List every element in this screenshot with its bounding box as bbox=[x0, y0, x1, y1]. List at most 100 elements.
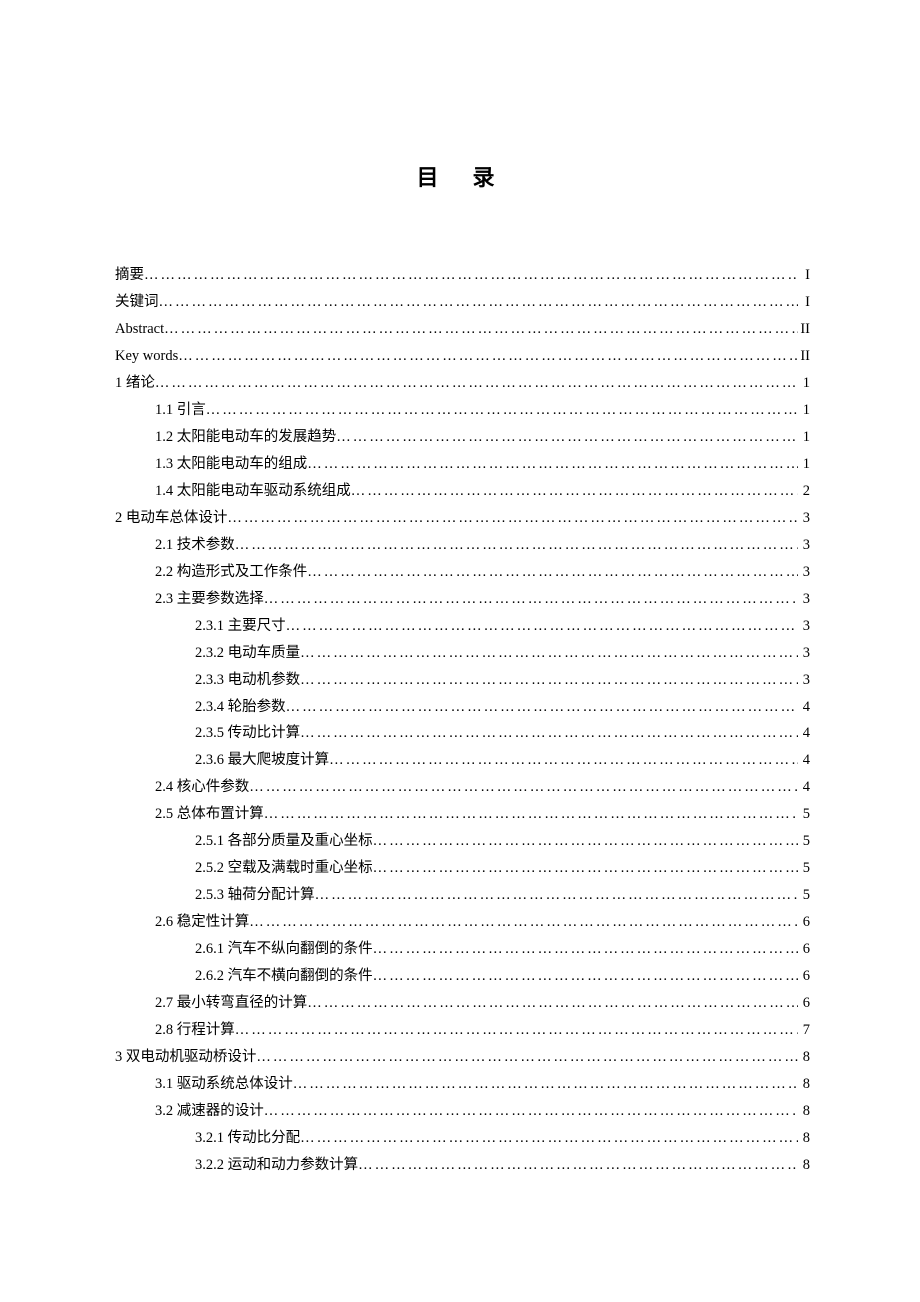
toc-entry: 2.3.1 主要尺寸3 bbox=[115, 613, 810, 640]
toc-entry: 2.5 总体布置计算 5 bbox=[115, 801, 810, 828]
toc-entry: 1.3 太阳能电动车的组成1 bbox=[115, 451, 810, 478]
toc-entry: 3.2 减速器的设计 8 bbox=[115, 1098, 810, 1125]
toc-leader-dots bbox=[307, 990, 798, 1017]
toc-entry: 3.2.1 传动比分配8 bbox=[115, 1125, 810, 1152]
toc-entry: 3.2.2 运动和动力参数计算8 bbox=[115, 1152, 810, 1179]
toc-leader-dots bbox=[373, 828, 798, 855]
toc-leader-dots bbox=[336, 424, 798, 451]
toc-entry-label: 关键词 bbox=[115, 289, 159, 316]
toc-entry-label: 2.8 行程计算 bbox=[155, 1017, 235, 1044]
toc-entry-page: 8 bbox=[798, 1098, 810, 1125]
toc-entry: Key wordsII bbox=[115, 343, 810, 370]
toc-leader-dots bbox=[206, 397, 798, 424]
toc-entry-label: 1.1 引言 bbox=[155, 397, 206, 424]
toc-entry-page: 4 bbox=[798, 720, 810, 747]
toc-leader-dots bbox=[264, 586, 798, 613]
toc-entry-label: 2.3.4 轮胎参数 bbox=[195, 694, 286, 721]
toc-entry-label: 2.3.2 电动车质量 bbox=[195, 640, 300, 667]
toc-entry: 2.6.2 汽车不横向翻倒的条件 6 bbox=[115, 963, 810, 990]
toc-leader-dots bbox=[178, 343, 798, 370]
toc-entry-label: 2.5.3 轴荷分配计算 bbox=[195, 882, 315, 909]
toc-entry-page: 5 bbox=[798, 801, 810, 828]
toc-leader-dots bbox=[144, 262, 798, 289]
toc-entry-page: I bbox=[798, 289, 810, 316]
toc-entry-page: 3 bbox=[798, 559, 810, 586]
toc-leader-dots bbox=[300, 720, 798, 747]
toc-leader-dots bbox=[373, 936, 798, 963]
toc-entry-page: 1 bbox=[798, 424, 810, 451]
toc-leader-dots bbox=[307, 451, 798, 478]
toc-entry: 2.5.3 轴荷分配计算 5 bbox=[115, 882, 810, 909]
toc-entry-label: 3.2 减速器的设计 bbox=[155, 1098, 264, 1125]
toc-entry-label: 1 绪论 bbox=[115, 370, 155, 397]
toc-leader-dots bbox=[235, 1017, 798, 1044]
toc-entry: 2.4 核心件参数4 bbox=[115, 774, 810, 801]
toc-entry-page: 8 bbox=[798, 1152, 810, 1179]
toc-leader-dots bbox=[264, 1098, 798, 1125]
toc-entry-label: Key words bbox=[115, 343, 178, 370]
toc-leader-dots bbox=[307, 559, 798, 586]
toc-entry-label: 2.1 技术参数 bbox=[155, 532, 235, 559]
toc-leader-dots bbox=[164, 316, 798, 343]
toc-entry-page: 5 bbox=[798, 882, 810, 909]
toc-entry-label: Abstract bbox=[115, 316, 164, 343]
toc-entry-page: 4 bbox=[798, 747, 810, 774]
toc-entry-page: 3 bbox=[798, 640, 810, 667]
toc-entry-page: 8 bbox=[798, 1044, 810, 1071]
toc-entry: 2.3.5 传动比计算 4 bbox=[115, 720, 810, 747]
toc-leader-dots bbox=[358, 1152, 798, 1179]
toc-entry: 2.6.1 汽车不纵向翻倒的条件6 bbox=[115, 936, 810, 963]
toc-entry: 2.3.3 电动机参数3 bbox=[115, 667, 810, 694]
toc-entry-page: 6 bbox=[798, 963, 810, 990]
toc-entry-page: 3 bbox=[798, 532, 810, 559]
toc-entry-page: 2 bbox=[798, 478, 810, 505]
toc-entry-label: 2.7 最小转弯直径的计算 bbox=[155, 990, 307, 1017]
toc-entry-page: 6 bbox=[798, 990, 810, 1017]
toc-entry-label: 3.2.1 传动比分配 bbox=[195, 1125, 300, 1152]
toc-entry-label: 3.1 驱动系统总体设计 bbox=[155, 1071, 293, 1098]
toc-entry-label: 2.3.1 主要尺寸 bbox=[195, 613, 286, 640]
toc-leader-dots bbox=[159, 289, 799, 316]
toc-entry-page: II bbox=[798, 316, 810, 343]
toc-entry: 2.3.6 最大爬坡度计算4 bbox=[115, 747, 810, 774]
toc-entry: 3 双电动机驱动桥设计 8 bbox=[115, 1044, 810, 1071]
toc-entry-label: 1.3 太阳能电动车的组成 bbox=[155, 451, 307, 478]
toc-entry-label: 2.6 稳定性计算 bbox=[155, 909, 249, 936]
toc-entry-label: 2.5 总体布置计算 bbox=[155, 801, 264, 828]
toc-leader-dots bbox=[249, 909, 798, 936]
toc-entry-label: 2.6.2 汽车不横向翻倒的条件 bbox=[195, 963, 373, 990]
toc-entry-page: 3 bbox=[798, 505, 810, 532]
document-page: 目 录 摘要I关键词IAbstractIIKey wordsII1 绪论11.1… bbox=[0, 0, 920, 1259]
toc-entry-label: 2.3.5 传动比计算 bbox=[195, 720, 300, 747]
toc-entry-page: 1 bbox=[798, 370, 810, 397]
toc-entry-label: 1.2 太阳能电动车的发展趋势 bbox=[155, 424, 336, 451]
toc-entry-label: 2.3.3 电动机参数 bbox=[195, 667, 300, 694]
toc-leader-dots bbox=[155, 370, 798, 397]
toc-entry-label: 3 双电动机驱动桥设计 bbox=[115, 1044, 256, 1071]
toc-entry: 1.4 太阳能电动车驱动系统组成2 bbox=[115, 478, 810, 505]
toc-leader-dots bbox=[351, 478, 798, 505]
toc-entry: 2.3 主要参数选择3 bbox=[115, 586, 810, 613]
toc-entry: 2.6 稳定性计算 6 bbox=[115, 909, 810, 936]
toc-leader-dots bbox=[300, 640, 798, 667]
toc-entry-page: 3 bbox=[798, 586, 810, 613]
toc-leader-dots bbox=[264, 801, 798, 828]
toc-leader-dots bbox=[256, 1044, 798, 1071]
toc-entry: 2.8 行程计算7 bbox=[115, 1017, 810, 1044]
toc-entry-label: 2 电动车总体设计 bbox=[115, 505, 227, 532]
toc-entry: 2.7 最小转弯直径的计算 6 bbox=[115, 990, 810, 1017]
toc-entry: 2 电动车总体设计 3 bbox=[115, 505, 810, 532]
toc-leader-dots bbox=[300, 667, 798, 694]
toc-entry: 2.5.1 各部分质量及重心坐标5 bbox=[115, 828, 810, 855]
toc-entry-label: 2.5.1 各部分质量及重心坐标 bbox=[195, 828, 373, 855]
toc-leader-dots bbox=[329, 747, 798, 774]
toc-leader-dots bbox=[373, 855, 798, 882]
toc-entry-page: 6 bbox=[798, 909, 810, 936]
toc-entry: 2.3.2 电动车质量 3 bbox=[115, 640, 810, 667]
toc-leader-dots bbox=[286, 613, 798, 640]
toc-entry-label: 2.2 构造形式及工作条件 bbox=[155, 559, 307, 586]
toc-leader-dots bbox=[227, 505, 798, 532]
toc-entry: 关键词 I bbox=[115, 289, 810, 316]
toc-entry: 1.1 引言 1 bbox=[115, 397, 810, 424]
toc-entry-page: 1 bbox=[798, 397, 810, 424]
